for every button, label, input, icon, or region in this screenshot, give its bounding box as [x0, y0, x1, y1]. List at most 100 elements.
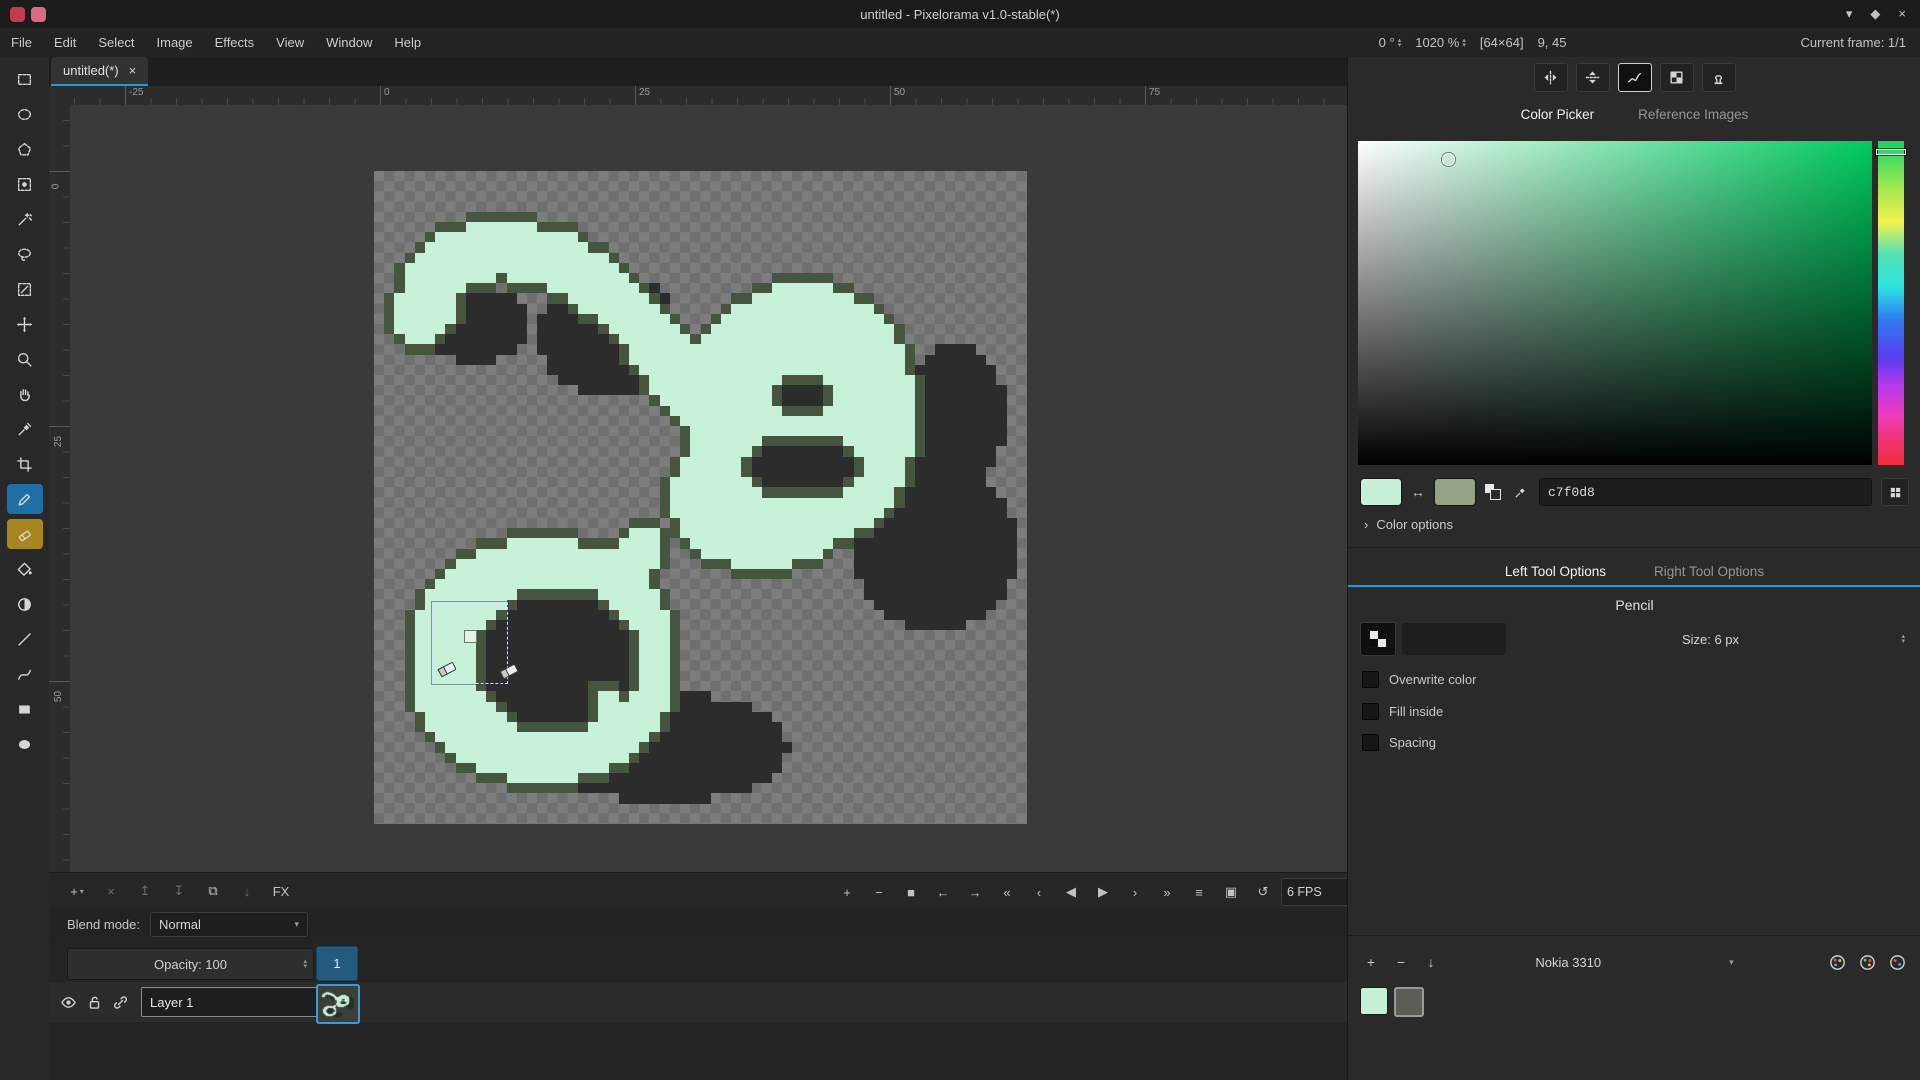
palette-select[interactable]: Nokia 3310 ▾ — [1444, 955, 1825, 970]
add-frame-button[interactable]: + — [833, 879, 861, 905]
pixel-perfect-button[interactable] — [1618, 63, 1652, 92]
tool-crop[interactable] — [7, 449, 43, 479]
close-icon[interactable]: × — [1898, 6, 1906, 22]
tool-shading[interactable] — [7, 589, 43, 619]
zoom-spin-arrows[interactable]: ▴▾ — [1462, 38, 1466, 48]
brush-preview[interactable] — [1402, 623, 1506, 655]
tool-rectangle[interactable] — [7, 694, 43, 724]
palette-edit-button[interactable] — [1855, 950, 1879, 974]
brush-select-button[interactable] — [1360, 622, 1396, 656]
tool-paint-selection[interactable] — [7, 274, 43, 304]
palette-options-button[interactable] — [1885, 950, 1909, 974]
pixel-art-canvas[interactable] — [374, 171, 1027, 824]
menu-file[interactable]: File — [0, 28, 43, 57]
hue-cursor[interactable] — [1876, 149, 1906, 155]
move-frame-right-button[interactable]: → — [961, 879, 989, 905]
color-gradient-square[interactable] — [1358, 141, 1872, 465]
tool-curve[interactable] — [7, 659, 43, 689]
tab-color-picker[interactable]: Color Picker — [1521, 107, 1595, 122]
rotation-spinner[interactable]: 0 ° ▴▾ — [1379, 35, 1402, 50]
default-colors-icon[interactable] — [1485, 484, 1501, 500]
tool-pencil[interactable] — [7, 484, 43, 514]
minimize-icon[interactable]: ▾ — [1846, 6, 1853, 22]
remove-frame-button[interactable]: − — [865, 879, 893, 905]
tool-ellipse[interactable] — [7, 729, 43, 759]
tool-bucket[interactable] — [7, 554, 43, 584]
fill-inside-checkbox[interactable] — [1362, 703, 1379, 720]
tool-magic-wand[interactable] — [7, 204, 43, 234]
hex-color-input[interactable] — [1539, 478, 1872, 506]
palette-sort-button[interactable] — [1825, 950, 1849, 974]
menu-image[interactable]: Image — [146, 28, 204, 57]
last-frame-button[interactable]: » — [1153, 879, 1181, 905]
swap-colors-icon[interactable]: ↔ — [1411, 484, 1425, 500]
first-frame-button[interactable]: « — [993, 879, 1021, 905]
tool-eraser[interactable] — [7, 519, 43, 549]
vertical-mirror-button[interactable] — [1576, 63, 1610, 92]
onion-skin-button[interactable]: ▣ — [1217, 879, 1245, 905]
tool-select-by-color[interactable] — [7, 169, 43, 199]
eyedropper-button[interactable] — [1510, 479, 1530, 505]
swatches-menu-button[interactable] — [1881, 478, 1909, 506]
import-palette-button[interactable]: ↓ — [1418, 949, 1444, 975]
tool-ellipse-select[interactable] — [7, 99, 43, 129]
menu-edit[interactable]: Edit — [43, 28, 87, 57]
dynamics-button[interactable] — [1702, 63, 1736, 92]
spacing-row[interactable]: Spacing — [1362, 734, 1436, 751]
move-frame-left-button[interactable]: ← — [929, 879, 957, 905]
layer-link-button[interactable] — [107, 989, 133, 1015]
tab-reference-images[interactable]: Reference Images — [1638, 107, 1748, 122]
layer-row[interactable] — [49, 982, 1347, 1022]
tool-pan[interactable] — [7, 379, 43, 409]
vertical-ruler[interactable]: 02550 — [49, 105, 71, 872]
blend-mode-select[interactable]: Normal ▾ — [150, 912, 308, 937]
horizontal-mirror-button[interactable] — [1534, 63, 1568, 92]
menu-window[interactable]: Window — [315, 28, 383, 57]
tab-close-icon[interactable]: × — [129, 63, 137, 78]
loop-button[interactable]: ↺ — [1249, 879, 1277, 905]
clone-layer-button[interactable]: ⧉ — [199, 878, 227, 904]
secondary-color-swatch[interactable] — [1434, 478, 1476, 506]
tool-move[interactable] — [7, 309, 43, 339]
tab-left-tool-options[interactable]: Left Tool Options — [1505, 564, 1606, 579]
layer-lock-button[interactable] — [81, 989, 107, 1015]
palette-swatch-2[interactable] — [1394, 987, 1424, 1017]
previous-frame-button[interactable]: ‹ — [1025, 879, 1053, 905]
spacing-checkbox[interactable] — [1362, 734, 1379, 751]
canvas-viewport[interactable] — [70, 105, 1347, 872]
tool-color-picker[interactable] — [7, 414, 43, 444]
frame-tags-button[interactable]: ≡ — [1185, 879, 1213, 905]
menu-select[interactable]: Select — [87, 28, 145, 57]
play-button[interactable]: ▶ — [1089, 879, 1117, 905]
zoom-spinner[interactable]: 1020 % ▴▾ — [1415, 35, 1466, 50]
menu-effects[interactable]: Effects — [204, 28, 266, 57]
layer-fx-button[interactable]: FX — [267, 878, 295, 904]
horizontal-ruler[interactable]: -250255075 — [70, 86, 1347, 106]
size-spin-arrows[interactable]: ▴▾ — [1901, 634, 1905, 644]
primary-color-swatch[interactable] — [1360, 478, 1402, 506]
layer-visibility-button[interactable] — [55, 989, 81, 1015]
remove-layer-button[interactable]: × — [97, 878, 125, 904]
document-tab[interactable]: untitled(*) × — [51, 57, 148, 86]
cel-thumbnail[interactable] — [316, 984, 360, 1024]
selection-handle[interactable] — [464, 630, 477, 643]
fill-inside-row[interactable]: Fill inside — [1362, 703, 1443, 720]
tool-lasso[interactable] — [7, 239, 43, 269]
tab-right-tool-options[interactable]: Right Tool Options — [1654, 564, 1764, 579]
canvas[interactable] — [374, 171, 1027, 824]
remove-palette-button[interactable]: − — [1388, 949, 1414, 975]
hue-slider[interactable] — [1878, 141, 1904, 465]
menu-help[interactable]: Help — [383, 28, 432, 57]
rotation-spin-arrows[interactable]: ▴▾ — [1398, 38, 1402, 48]
clone-frame-button[interactable]: ■ — [897, 879, 925, 905]
tool-rectangle-select[interactable] — [7, 64, 43, 94]
play-backwards-button[interactable]: ◀ — [1057, 879, 1085, 905]
tool-line[interactable] — [7, 624, 43, 654]
tool-polygon-select[interactable] — [7, 134, 43, 164]
move-layer-down-button[interactable]: ↧ — [165, 878, 193, 904]
palette-swatch-1[interactable] — [1360, 987, 1388, 1015]
frame-column-header[interactable]: 1 — [316, 946, 358, 981]
merge-layer-button[interactable]: ↓ — [233, 878, 261, 904]
overwrite-color-checkbox[interactable] — [1362, 671, 1379, 688]
menu-view[interactable]: View — [265, 28, 315, 57]
